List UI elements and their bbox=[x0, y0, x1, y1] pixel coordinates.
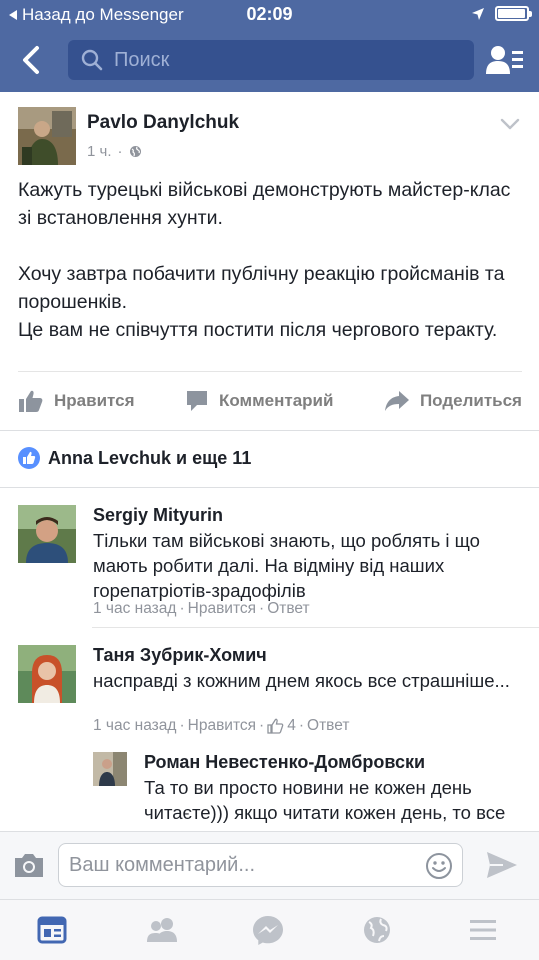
messenger-icon bbox=[253, 916, 283, 945]
smiley-icon bbox=[426, 853, 452, 879]
author-avatar[interactable] bbox=[18, 107, 76, 165]
comment-reply-link[interactable]: Ответ bbox=[307, 717, 349, 735]
back-button[interactable] bbox=[14, 42, 50, 78]
commenter-name[interactable]: Sergiy Mityurin bbox=[93, 505, 223, 526]
camera-button[interactable] bbox=[12, 850, 46, 880]
search-icon bbox=[81, 49, 103, 71]
post-author[interactable]: Pavlo Danylchuk bbox=[87, 112, 239, 134]
post-actions: Нравится Комментарий Поделиться bbox=[18, 371, 522, 429]
post-time[interactable]: 1 ч. bbox=[87, 143, 112, 160]
thumbs-up-outline-icon[interactable] bbox=[267, 718, 284, 734]
status-time: 02:09 bbox=[246, 4, 293, 24]
tab-notifications[interactable] bbox=[361, 914, 397, 946]
comment-input-box[interactable] bbox=[58, 843, 463, 887]
author-photo bbox=[18, 107, 76, 165]
comment: Таня Зубрик-Хомич насправді з кожним дне… bbox=[18, 645, 523, 745]
comment-bubble-icon bbox=[186, 390, 207, 411]
share-label: Поделиться bbox=[419, 390, 522, 410]
friend-requests-button[interactable] bbox=[485, 42, 525, 78]
friends-icon bbox=[147, 918, 177, 942]
post-meta: 1 ч. · bbox=[87, 143, 142, 160]
notifications-globe-icon bbox=[364, 917, 390, 943]
globe-privacy-icon bbox=[129, 146, 141, 157]
commenter-avatar[interactable] bbox=[93, 752, 127, 786]
like-label: Нравится bbox=[54, 390, 135, 410]
comment-button[interactable]: Комментарий bbox=[185, 389, 333, 413]
post-paragraph-1: Кажуть турецькі військові демонструють м… bbox=[18, 179, 511, 229]
comment-label: Комментарий bbox=[218, 390, 334, 410]
divider bbox=[0, 430, 539, 431]
share-arrow-icon bbox=[384, 390, 409, 411]
commenter-photo bbox=[18, 505, 76, 563]
tab-friends[interactable] bbox=[144, 914, 180, 946]
comment-composer bbox=[0, 831, 539, 899]
like-reaction-icon bbox=[18, 447, 40, 469]
news-feed-icon bbox=[37, 916, 67, 944]
divider bbox=[92, 627, 539, 628]
like-button[interactable]: Нравится bbox=[18, 389, 135, 413]
meta-dot: · bbox=[259, 600, 265, 617]
comment-meta: 1 час назад · Нравится · 4 · Ответ bbox=[93, 717, 349, 735]
location-arrow-icon bbox=[472, 7, 484, 20]
comment-text: насправді з кожним днем якось все страшн… bbox=[93, 670, 510, 691]
meta-dot: · bbox=[117, 143, 123, 160]
bottom-tab-bar bbox=[0, 899, 539, 960]
send-icon bbox=[487, 852, 517, 878]
share-button[interactable]: Поделиться bbox=[384, 390, 522, 412]
tab-news-feed[interactable] bbox=[36, 914, 72, 946]
top-header: Назад до Messenger 02:09 bbox=[0, 0, 539, 92]
comment-time[interactable]: 1 час назад bbox=[93, 717, 176, 735]
post-body: Кажуть турецькі військові демонструють м… bbox=[18, 176, 523, 372]
meta-dot: · bbox=[179, 600, 185, 617]
commenter-photo bbox=[18, 645, 76, 703]
likes-summary[interactable]: Anna Levchuk и еще 11 bbox=[18, 447, 251, 469]
comment-reply-link[interactable]: Ответ bbox=[267, 600, 309, 618]
commenter-photo bbox=[93, 752, 127, 786]
comment-time[interactable]: 1 час назад bbox=[93, 600, 176, 618]
commenter-avatar[interactable] bbox=[18, 645, 76, 703]
comment-text: Тільки там військові знають, що роблять … bbox=[93, 530, 480, 601]
comment: Sergiy Mityurin Тільки там військові зна… bbox=[18, 505, 523, 625]
status-bar: Назад до Messenger 02:09 bbox=[0, 0, 539, 30]
comment-text: Та то ви просто новини не кожен день чит… bbox=[144, 777, 506, 831]
comment-input[interactable] bbox=[69, 853, 414, 877]
meta-dot: · bbox=[179, 717, 185, 734]
post-options-button[interactable] bbox=[499, 116, 521, 132]
nav-row bbox=[0, 36, 539, 84]
meta-dot: · bbox=[298, 717, 305, 734]
chevron-down-icon bbox=[500, 118, 520, 130]
emoji-button[interactable] bbox=[425, 852, 453, 880]
friend-requests-icon bbox=[486, 46, 523, 74]
camera-icon bbox=[15, 854, 43, 877]
comment-meta: 1 час назад · Нравится · Ответ bbox=[93, 600, 310, 618]
post-paragraph-2: Хочу завтра побачити публічну реакцію гр… bbox=[18, 263, 505, 341]
likes-summary-text: Anna Levchuk и еще 11 bbox=[48, 447, 252, 468]
meta-dot: · bbox=[259, 717, 265, 734]
tab-menu[interactable] bbox=[467, 914, 503, 946]
divider bbox=[0, 487, 539, 488]
commenter-name[interactable]: Роман Невестенко-Домбровски bbox=[144, 752, 425, 773]
comment-reply: Роман Невестенко-Домбровски Та то ви про… bbox=[93, 752, 523, 831]
menu-icon bbox=[470, 920, 496, 940]
send-button[interactable] bbox=[485, 850, 519, 880]
tab-messenger[interactable] bbox=[251, 914, 287, 946]
chevron-left-icon bbox=[23, 46, 39, 74]
search-input[interactable] bbox=[114, 48, 454, 72]
comment-like-count: 4 bbox=[287, 717, 296, 734]
commenter-avatar[interactable] bbox=[18, 505, 76, 563]
commenter-name[interactable]: Таня Зубрик-Хомич bbox=[93, 645, 267, 666]
comment-like-link[interactable]: Нравится bbox=[188, 717, 256, 735]
thumbs-up-icon bbox=[19, 390, 43, 412]
battery-icon bbox=[495, 6, 532, 21]
comment-like-link[interactable]: Нравится bbox=[188, 600, 256, 618]
status-indicators bbox=[471, 6, 532, 21]
search-field[interactable] bbox=[68, 40, 474, 80]
